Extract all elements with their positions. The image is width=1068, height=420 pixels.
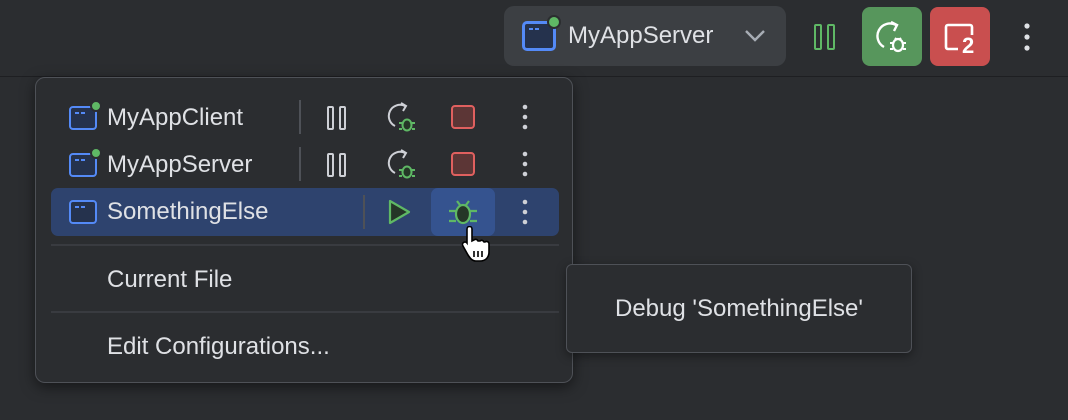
rerun-debug-button[interactable] — [862, 7, 922, 66]
config-name: MyAppServer — [107, 150, 253, 178]
pause-icon — [814, 23, 835, 50]
more-button[interactable] — [511, 149, 539, 179]
rerun-debug-button[interactable] — [383, 98, 423, 138]
hand-cursor-icon — [461, 226, 490, 262]
stop-button[interactable] — [447, 101, 479, 133]
tooltip-text: Debug 'SomethingElse' — [615, 294, 863, 322]
menu-item-current-file[interactable]: Current File — [107, 266, 232, 294]
run-button[interactable] — [381, 194, 417, 230]
more-icon — [1024, 23, 1030, 51]
config-row-myappserver[interactable]: MyAppServer — [51, 141, 559, 188]
more-icon — [522, 151, 528, 177]
pause-button[interactable] — [319, 100, 355, 136]
stop-button[interactable]: 2 — [930, 7, 990, 66]
more-button[interactable] — [511, 197, 539, 227]
config-name: SomethingElse — [107, 198, 269, 225]
rerun-debug-icon — [876, 20, 906, 52]
divider — [363, 195, 365, 229]
separator — [51, 311, 559, 313]
config-row-myappclient[interactable]: MyAppClient — [51, 94, 559, 141]
menu-item-edit-configurations[interactable]: Edit Configurations... — [107, 333, 330, 361]
more-button[interactable] — [511, 102, 539, 132]
app-icon — [69, 146, 102, 177]
more-button[interactable] — [1010, 14, 1044, 60]
bug-icon — [449, 200, 477, 225]
chevron-down-icon — [745, 30, 765, 42]
divider — [299, 100, 301, 134]
rerun-debug-icon — [387, 102, 415, 132]
stop-count: 2 — [962, 33, 975, 58]
run-config-name: MyAppServer — [568, 22, 714, 49]
more-icon — [522, 104, 528, 130]
pause-button[interactable] — [804, 7, 846, 66]
stop-icon — [451, 152, 475, 176]
running-indicator — [90, 99, 102, 112]
app-icon — [69, 99, 102, 130]
run-config-selector[interactable]: MyAppServer — [504, 6, 786, 66]
rerun-debug-icon — [387, 149, 415, 179]
stop-icon — [451, 105, 475, 129]
divider — [299, 147, 301, 181]
config-name: MyAppClient — [107, 103, 244, 131]
play-icon — [388, 199, 411, 225]
more-icon — [522, 199, 528, 225]
tooltip: Debug 'SomethingElse' — [566, 264, 912, 353]
stop-button[interactable] — [447, 148, 479, 180]
app-icon — [522, 15, 561, 51]
pause-button[interactable] — [319, 147, 355, 183]
pause-icon — [327, 153, 346, 177]
main-toolbar: MyAppServer 2 — [0, 0, 1068, 77]
app-icon — [69, 200, 97, 224]
running-indicator — [547, 15, 561, 29]
running-indicator — [90, 146, 102, 159]
rerun-debug-button[interactable] — [383, 145, 423, 185]
pause-icon — [327, 106, 346, 130]
